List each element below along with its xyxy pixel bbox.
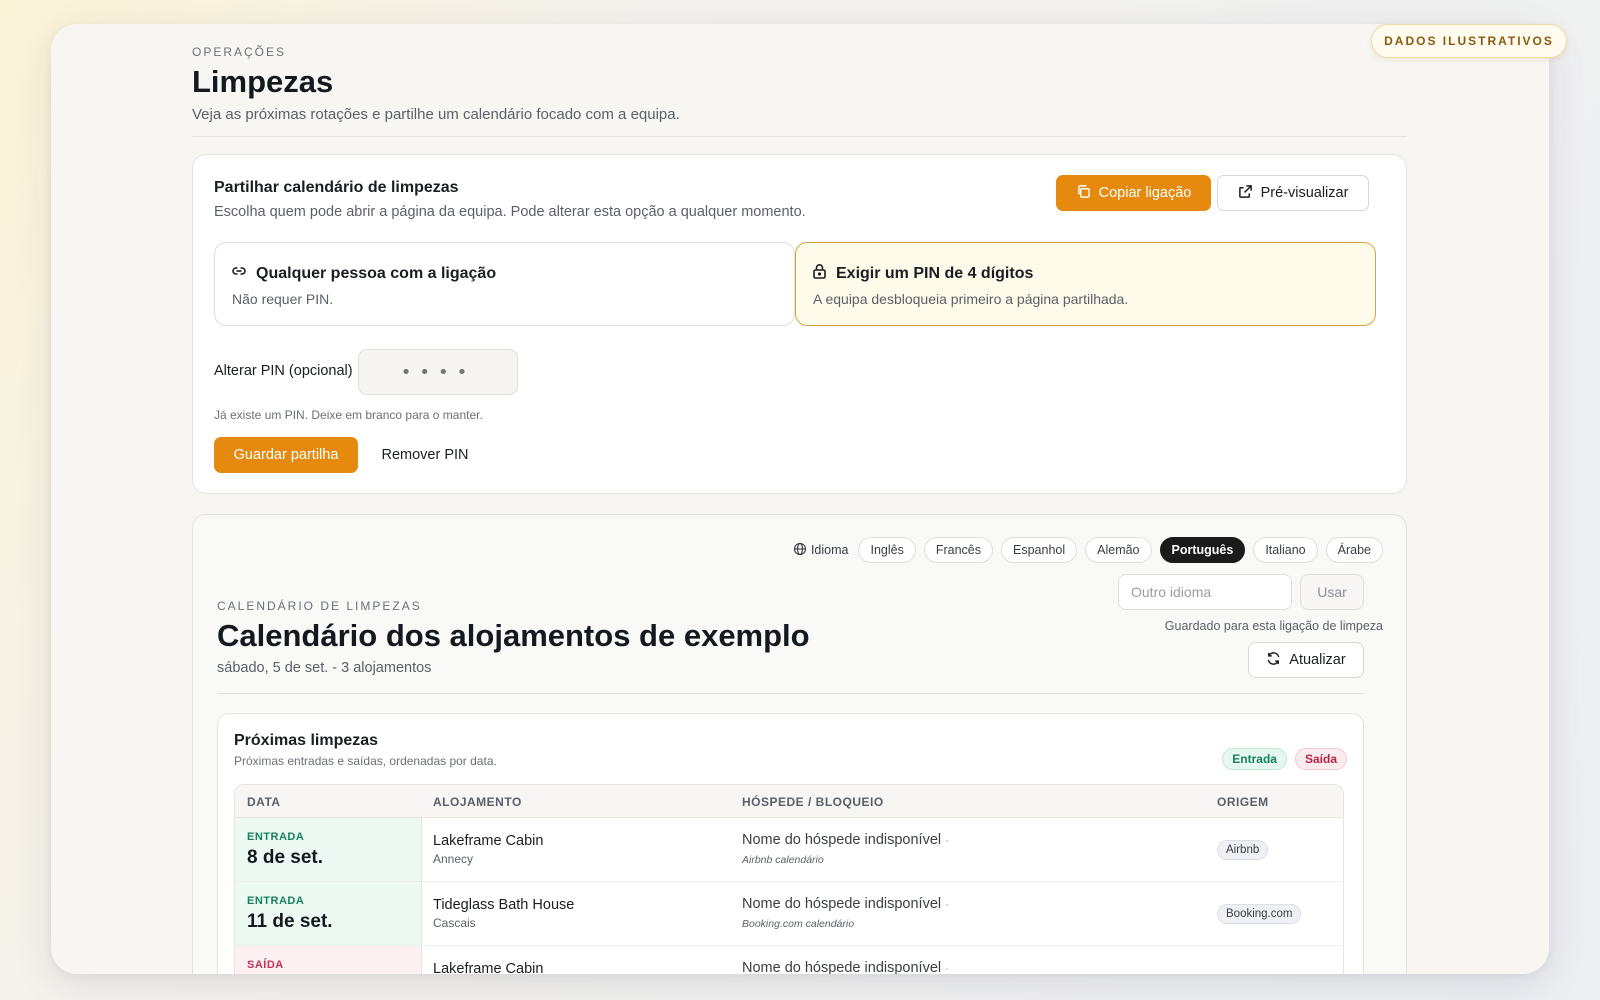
calendar-eyebrow: CALENDÁRIO DE LIMPEZAS — [217, 599, 422, 613]
cleanings-table: DATA ALOJAMENTO HÓSPEDE / BLOQUEIO ORIGE… — [234, 784, 1344, 974]
pin-label: Alterar PIN (opcional) — [214, 363, 353, 379]
event-kind: ENTRADA — [247, 831, 305, 843]
property-name: Lakeframe Cabin — [433, 833, 544, 849]
section-eyebrow: OPERAÇÕES — [192, 45, 287, 59]
property-name: Lakeframe Cabin — [433, 961, 544, 974]
refresh-label: Atualizar — [1289, 652, 1346, 668]
preview-button[interactable]: Pré-visualizar — [1217, 175, 1369, 211]
guest-name-text: Nome do hóspede indisponível — [742, 896, 942, 912]
lang-pill-ingles[interactable]: Inglês — [858, 537, 916, 563]
preview-label: Pré-visualizar — [1260, 185, 1349, 201]
guest-source: Airbnb calendário — [742, 854, 824, 866]
calendar-subtitle: sábado, 5 de set. - 3 alojamentos — [217, 660, 432, 676]
lang-pill-portugues[interactable]: Português — [1159, 537, 1246, 563]
share-description: Escolha quem pode abrir a página da equi… — [214, 204, 806, 220]
lock-icon — [812, 263, 827, 284]
property-location: Cascais — [433, 916, 476, 930]
guest-dash: - — [945, 899, 949, 911]
save-share-button[interactable]: Guardar partilha — [214, 437, 358, 473]
refresh-icon — [1266, 651, 1281, 670]
share-calendar-card: Partilhar calendário de limpezas Escolha… — [192, 154, 1407, 494]
property-location: Annecy — [433, 852, 474, 866]
divider — [192, 136, 1407, 137]
date-cell: SAÍDA — [235, 946, 422, 974]
globe-icon — [793, 542, 807, 559]
table-header: DATA ALOJAMENTO HÓSPEDE / BLOQUEIO ORIGE… — [235, 785, 1343, 818]
page-title: Limpezas — [192, 64, 334, 99]
refresh-button[interactable]: Atualizar — [1248, 642, 1364, 678]
cleaning-calendar-card: Idioma Inglês Francês Espanhol Alemão Po… — [192, 514, 1407, 974]
upcoming-title: Próximas limpezas — [234, 732, 379, 749]
lang-pill-italiano[interactable]: Italiano — [1253, 537, 1318, 563]
lang-pill-espanhol[interactable]: Espanhol — [1001, 537, 1078, 563]
legend: Entrada Saída — [1222, 748, 1347, 770]
link-icon — [231, 263, 247, 284]
option-anyone-with-link[interactable]: Qualquer pessoa com a ligação Não requer… — [214, 242, 795, 326]
guest-name-text: Nome do hóspede indisponível — [742, 960, 942, 974]
option-require-pin[interactable]: Exigir um PIN de 4 dígitos A equipa desb… — [795, 242, 1376, 326]
column-header-guest: HÓSPEDE / BLOQUEIO — [742, 795, 884, 809]
guest-source: Booking.com calendário — [742, 918, 855, 930]
guest-name: Nome do hóspede indisponível - — [742, 960, 949, 974]
column-header-property: ALOJAMENTO — [433, 795, 522, 809]
upcoming-cleanings-card: Próximas limpezas Próximas entradas e sa… — [217, 713, 1364, 974]
table-row[interactable]: ENTRADA 11 de set. Tideglass Bath House … — [235, 882, 1343, 946]
guest-name-text: Nome do hóspede indisponível — [742, 832, 942, 848]
language-label-text: Idioma — [810, 543, 849, 557]
divider — [217, 693, 1364, 694]
remove-pin-button[interactable]: Remover PIN — [371, 437, 479, 473]
option-pin-title: Exigir um PIN de 4 dígitos — [812, 263, 1033, 284]
option-label: Exigir um PIN de 4 dígitos — [836, 264, 1034, 282]
table-row[interactable]: SAÍDA Lakeframe Cabin Nome do hóspede in… — [235, 946, 1343, 974]
calendar-title: Calendário dos alojamentos de exemplo — [217, 618, 810, 653]
option-label: Qualquer pessoa com a ligação — [256, 264, 497, 282]
guest-name: Nome do hóspede indisponível - — [742, 832, 949, 848]
legend-exit-badge: Saída — [1294, 748, 1347, 770]
upcoming-description: Próximas entradas e saídas, ordenadas po… — [234, 754, 497, 768]
date-cell: ENTRADA 11 de set. — [235, 882, 422, 945]
event-kind: SAÍDA — [247, 959, 284, 971]
illustrative-data-badge: DADOS ILUSTRATIVOS — [1371, 24, 1567, 58]
lang-pill-alemao[interactable]: Alemão — [1085, 537, 1152, 563]
column-header-origin: ORIGEM — [1217, 795, 1269, 809]
pin-help-text: Já existe um PIN. Deixe em branco para o… — [214, 408, 483, 422]
origin-badge: Airbnb — [1217, 840, 1269, 860]
use-language-button[interactable]: Usar — [1300, 574, 1364, 610]
page-subtitle: Veja as próximas rotações e partilhe um … — [192, 106, 680, 123]
lang-pill-arabe[interactable]: Árabe — [1325, 537, 1383, 563]
guest-dash: - — [945, 835, 949, 847]
option-anyone-title: Qualquer pessoa com a ligação — [231, 263, 496, 284]
origin-badge: Booking.com — [1217, 904, 1302, 924]
language-label: Idioma — [793, 542, 849, 559]
event-date: 11 de set. — [247, 911, 333, 932]
copy-link-label: Copiar ligação — [1098, 185, 1192, 201]
copy-link-button[interactable]: Copiar ligação — [1056, 175, 1211, 211]
option-description: Não requer PIN. — [232, 291, 334, 307]
app-window: OPERAÇÕES Limpezas Veja as próximas rota… — [51, 24, 1549, 974]
copy-icon — [1076, 184, 1091, 203]
property-name: Tideglass Bath House — [433, 897, 575, 913]
other-language-input[interactable] — [1118, 574, 1292, 610]
table-row[interactable]: ENTRADA 8 de set. Lakeframe Cabin Annecy… — [235, 818, 1343, 882]
saved-note: Guardado para esta ligação de limpeza — [1164, 619, 1383, 633]
event-date: 8 de set. — [247, 847, 324, 868]
guest-dash: - — [945, 963, 949, 974]
pin-input[interactable] — [358, 349, 518, 395]
language-selector: Idioma Inglês Francês Espanhol Alemão Po… — [793, 537, 1383, 563]
date-cell: ENTRADA 8 de set. — [235, 818, 422, 881]
share-title: Partilhar calendário de limpezas — [214, 179, 459, 196]
legend-entry-badge: Entrada — [1222, 748, 1287, 770]
lang-pill-frances[interactable]: Francês — [923, 537, 993, 563]
event-kind: ENTRADA — [247, 895, 305, 907]
option-description: A equipa desbloqueia primeiro a página p… — [813, 291, 1129, 307]
column-header-date: DATA — [247, 795, 281, 809]
guest-name: Nome do hóspede indisponível - — [742, 896, 949, 912]
external-link-icon — [1238, 184, 1253, 203]
